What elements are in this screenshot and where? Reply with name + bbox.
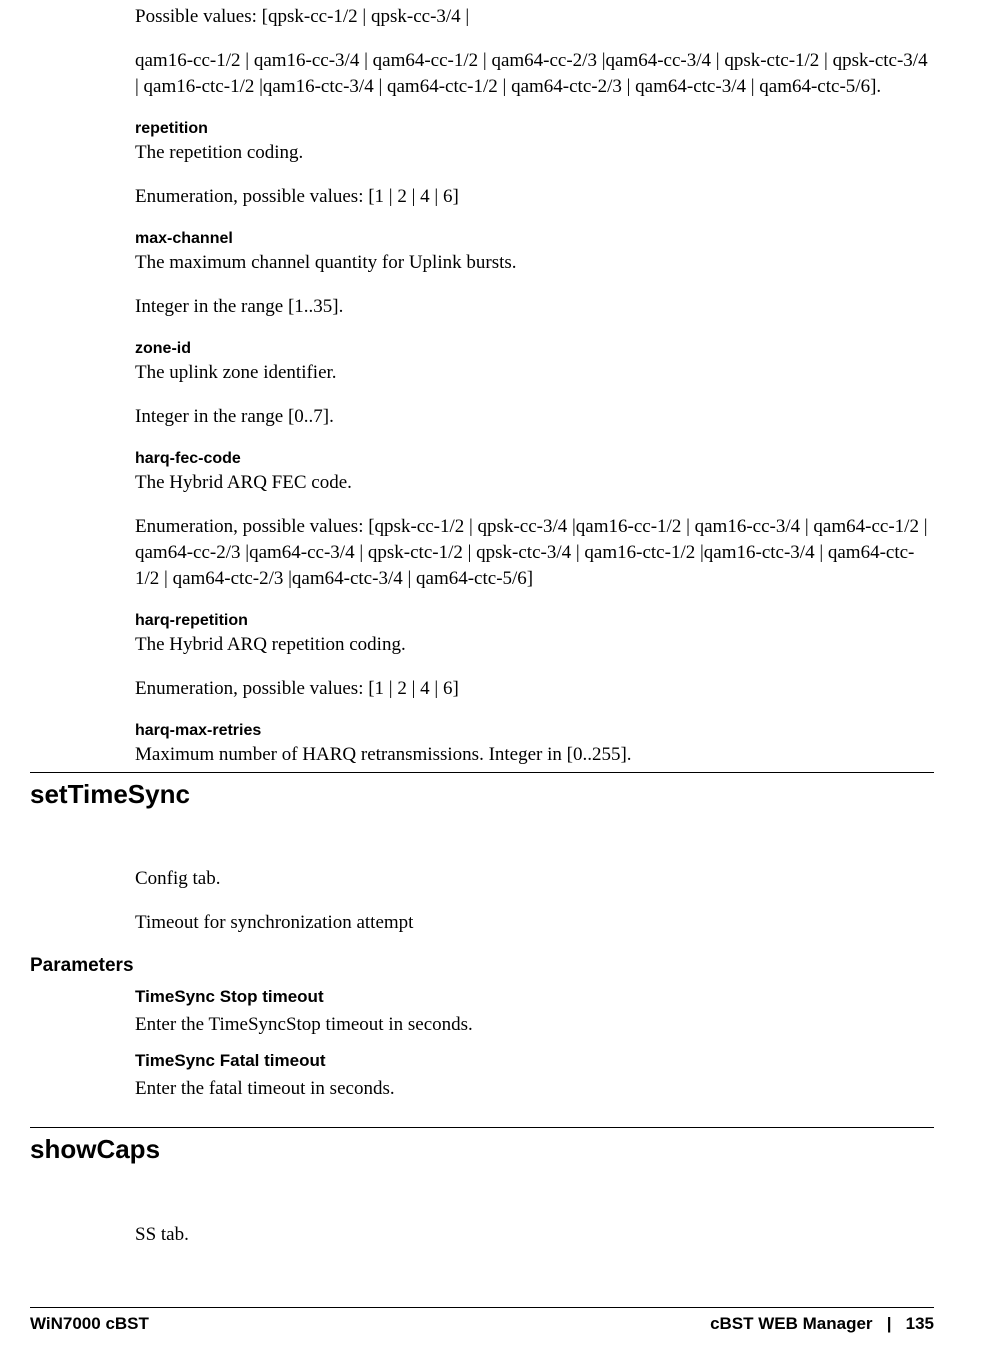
param-desc: Maximum number of HARQ retransmissions. … bbox=[135, 742, 934, 768]
line-ss-tab: SS tab. bbox=[135, 1222, 934, 1248]
param-name: zone-id bbox=[135, 338, 934, 360]
content-showcaps: SS tab. bbox=[135, 1222, 934, 1266]
param-zone-id: zone-id The uplink zone identifier. Inte… bbox=[135, 338, 934, 430]
param-extra: Enumeration, possible values: [1 | 2 | 4… bbox=[135, 184, 934, 210]
heading-text: showCaps bbox=[30, 1134, 934, 1165]
param-name: TimeSync Fatal timeout bbox=[135, 1050, 934, 1072]
param-desc: The maximum channel quantity for Uplink … bbox=[135, 250, 934, 276]
param-desc: Enter the fatal timeout in seconds. bbox=[135, 1076, 934, 1102]
page-footer: WiN7000 cBST cBST WEB Manager | 135 bbox=[30, 1307, 934, 1334]
heading-text: setTimeSync bbox=[30, 779, 934, 810]
param-name: TimeSync Stop timeout bbox=[135, 986, 934, 1008]
param-max-channel: max-channel The maximum channel quantity… bbox=[135, 228, 934, 320]
param-name: max-channel bbox=[135, 228, 934, 250]
param-timesync-fatal: TimeSync Fatal timeout Enter the fatal t… bbox=[135, 1050, 934, 1102]
content-settimesync-params: TimeSync Stop timeout Enter the TimeSync… bbox=[135, 986, 934, 1112]
param-desc: The repetition coding. bbox=[135, 140, 934, 166]
footer-left: WiN7000 cBST bbox=[30, 1314, 149, 1334]
param-extra: Enumeration, possible values: [1 | 2 | 4… bbox=[135, 676, 934, 702]
line-timeout-desc: Timeout for synchronization attempt bbox=[135, 910, 934, 936]
possible-values-prefix: Possible values: [qpsk-cc-1/2 | qpsk-cc-… bbox=[135, 4, 934, 30]
section-heading-settimesync: setTimeSync bbox=[30, 772, 934, 810]
param-desc: The Hybrid ARQ FEC code. bbox=[135, 470, 934, 496]
content-settimesync: Config tab. Timeout for synchronization … bbox=[135, 866, 934, 950]
param-desc: Enter the TimeSyncStop timeout in second… bbox=[135, 1012, 934, 1038]
content-block-top: Possible values: [qpsk-cc-1/2 | qpsk-cc-… bbox=[135, 4, 934, 778]
param-name: harq-repetition bbox=[135, 610, 934, 632]
param-harq-max-retries: harq-max-retries Maximum number of HARQ … bbox=[135, 720, 934, 768]
param-extra: Integer in the range [1..35]. bbox=[135, 294, 934, 320]
param-harq-repetition: harq-repetition The Hybrid ARQ repetitio… bbox=[135, 610, 934, 702]
param-name: repetition bbox=[135, 118, 934, 140]
param-name: harq-max-retries bbox=[135, 720, 934, 742]
line-config-tab: Config tab. bbox=[135, 866, 934, 892]
page: Possible values: [qpsk-cc-1/2 | qpsk-cc-… bbox=[0, 0, 992, 1364]
param-extra: Integer in the range [0..7]. bbox=[135, 404, 934, 430]
param-name: harq-fec-code bbox=[135, 448, 934, 470]
param-desc: The uplink zone identifier. bbox=[135, 360, 934, 386]
subheading-parameters: Parameters bbox=[30, 955, 134, 977]
section-heading-showcaps: showCaps bbox=[30, 1127, 934, 1165]
footer-right: cBST WEB Manager | 135 bbox=[710, 1314, 934, 1334]
param-desc: The Hybrid ARQ repetition coding. bbox=[135, 632, 934, 658]
param-repetition: repetition The repetition coding. Enumer… bbox=[135, 118, 934, 210]
param-harq-fec-code: harq-fec-code The Hybrid ARQ FEC code. E… bbox=[135, 448, 934, 592]
param-timesync-stop: TimeSync Stop timeout Enter the TimeSync… bbox=[135, 986, 934, 1038]
param-extra: Enumeration, possible values: [qpsk-cc-1… bbox=[135, 514, 934, 592]
possible-values-rest: qam16-cc-1/2 | qam16-cc-3/4 | qam64-cc-1… bbox=[135, 48, 934, 100]
